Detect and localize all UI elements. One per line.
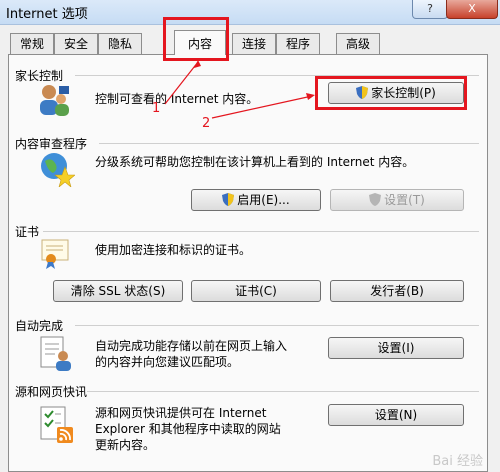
- step-1-label: 1: [152, 101, 161, 116]
- annotation-arrows: [164, 60, 315, 119]
- tab-content[interactable]: 内容: [174, 30, 226, 55]
- step-2-label: 2: [202, 116, 211, 131]
